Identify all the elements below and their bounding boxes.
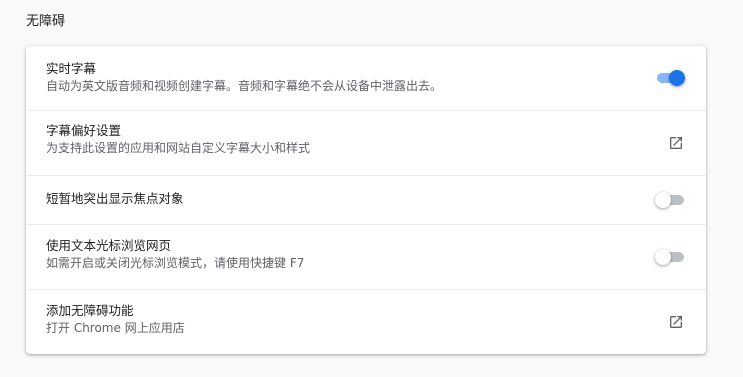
- row-caret-browsing[interactable]: 使用文本光标浏览网页 如需开启或关闭光标浏览模式，请使用快捷键 F7: [26, 237, 706, 272]
- focus-highlight-toggle[interactable]: [654, 192, 686, 208]
- toggle-knob: [655, 249, 671, 265]
- accessibility-card: 实时字幕 自动为英文版音频和视频创建字幕。音频和字幕绝不会从设备中泄露出去。 字…: [26, 46, 706, 354]
- row-add-accessibility-features-sub: 打开 Chrome 网上应用店: [46, 321, 185, 335]
- toggle-knob: [669, 70, 685, 86]
- row-live-caption-label: 实时字幕: [46, 61, 97, 76]
- row-caption-preferences[interactable]: 字幕偏好设置 为支持此设置的应用和网站自定义字幕大小和样式: [26, 122, 706, 157]
- toggle-knob: [655, 192, 671, 208]
- divider: [26, 110, 706, 111]
- caret-browsing-toggle[interactable]: [654, 249, 686, 265]
- row-add-accessibility-features[interactable]: 添加无障碍功能 打开 Chrome 网上应用店: [26, 302, 706, 337]
- row-focus-highlight-label: 短暂地突出显示焦点对象: [46, 191, 184, 206]
- divider: [26, 289, 706, 290]
- row-live-caption[interactable]: 实时字幕 自动为英文版音频和视频创建字幕。音频和字幕绝不会从设备中泄露出去。: [26, 60, 706, 95]
- row-caption-preferences-label: 字幕偏好设置: [46, 123, 122, 138]
- external-link-icon[interactable]: [668, 135, 684, 151]
- row-add-accessibility-features-label: 添加无障碍功能: [46, 303, 134, 318]
- row-caret-browsing-label: 使用文本光标浏览网页: [46, 238, 172, 253]
- divider: [26, 175, 706, 176]
- row-live-caption-sub: 自动为英文版音频和视频创建字幕。音频和字幕绝不会从设备中泄露出去。: [46, 79, 443, 93]
- row-caption-preferences-sub: 为支持此设置的应用和网站自定义字幕大小和样式: [46, 141, 311, 155]
- row-focus-highlight[interactable]: 短暂地突出显示焦点对象: [26, 190, 706, 208]
- row-caret-browsing-sub: 如需开启或关闭光标浏览模式，请使用快捷键 F7: [46, 256, 305, 270]
- divider: [26, 224, 706, 225]
- external-link-icon[interactable]: [668, 314, 684, 330]
- section-title: 无障碍: [26, 14, 66, 29]
- live-caption-toggle[interactable]: [654, 70, 686, 86]
